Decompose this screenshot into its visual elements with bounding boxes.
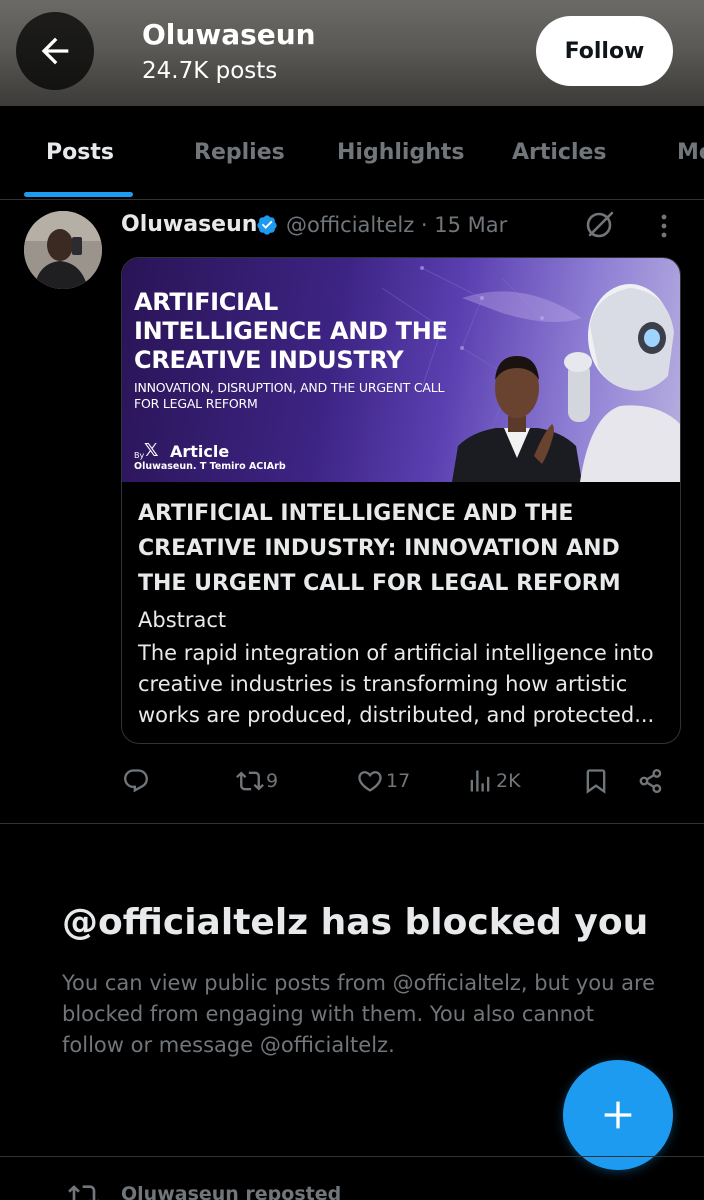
section-divider [0,823,704,824]
grok-icon[interactable] [584,208,616,240]
article-excerpt: The rapid integration of artificial inte… [138,641,655,727]
like-count: 17 [386,770,411,792]
reply-button[interactable] [122,766,152,796]
view-count: 2K [496,770,521,792]
views-button[interactable]: 2K [466,766,521,796]
reply-icon [124,769,148,793]
plus-icon [604,1101,632,1129]
views-chart-icon [470,770,490,792]
bookmark-icon [586,769,606,794]
article-card[interactable]: ARTIFICIAL INTELLIGENCE AND THE CREATIVE… [121,257,681,744]
tab-highlights[interactable]: Highlights [337,140,464,165]
active-tab-indicator [24,192,133,197]
follow-button[interactable]: Follow [536,16,673,86]
profile-header: Oluwaseun 24.7K posts Follow [0,0,704,106]
header-post-count: 24.7K posts [142,58,278,84]
header-profile-name: Oluwaseun [142,18,316,51]
like-button[interactable]: 17 [356,766,410,796]
tab-articles[interactable]: Articles [512,140,607,165]
arrow-left-icon [41,37,69,65]
x-logo-icon: 𝕏 [144,440,159,461]
repost-indicator-text: Oluwaseun reposted [121,1183,342,1200]
repost-indicator-icon [68,1185,99,1200]
tab-posts[interactable]: Posts [46,140,114,165]
cover-title-line: ARTIFICIAL [134,288,279,316]
section-divider [0,1156,704,1157]
cover-subtitle-line: FOR LEGAL REFORM [134,396,258,411]
compose-post-button[interactable] [563,1060,673,1170]
blocked-description: You can view public posts from @official… [62,971,656,1057]
bookmark-button[interactable] [582,766,610,796]
article-cover-image: ARTIFICIAL INTELLIGENCE AND THE CREATIVE… [122,258,680,482]
share-icon [639,768,662,794]
article-title: ARTIFICIAL INTELLIGENCE AND THE CREATIVE… [138,501,621,596]
tab-media[interactable]: Me [677,140,704,165]
article-abstract-label: Abstract [138,608,227,632]
cover-title-line: CREATIVE INDUSTRY [134,346,404,374]
cover-by-label: By [134,451,145,460]
repost-button[interactable]: 9 [236,766,278,796]
cover-title: ARTIFICIAL INTELLIGENCE AND THE CREATIVE… [134,288,448,375]
repost-count: 9 [266,770,279,792]
post-author-name[interactable]: Oluwaseun [121,212,257,237]
more-options-icon[interactable] [652,210,676,242]
avatar[interactable] [24,211,102,289]
profile-tabs: Posts Replies Highlights Articles Me [0,106,704,200]
back-button[interactable] [16,12,94,90]
verified-badge-icon [257,215,277,235]
heart-icon [358,771,382,792]
post-handle-date[interactable]: @officialtelz · 15 Mar [286,213,507,237]
cover-subtitle-line: INNOVATION, DISRUPTION, AND THE URGENT C… [134,380,445,395]
cover-subtitle: INNOVATION, DISRUPTION, AND THE URGENT C… [134,380,444,412]
cover-article-label: Article [170,442,230,461]
cover-byline: Oluwaseun. T Temiro ACIArb [134,461,286,472]
blocked-title: @officialtelz has blocked you [62,902,649,943]
share-button[interactable] [637,766,665,796]
tab-replies[interactable]: Replies [194,140,285,165]
repost-icon [236,771,264,791]
robot-image [564,284,680,482]
cover-title-line: INTELLIGENCE AND THE [134,317,448,345]
